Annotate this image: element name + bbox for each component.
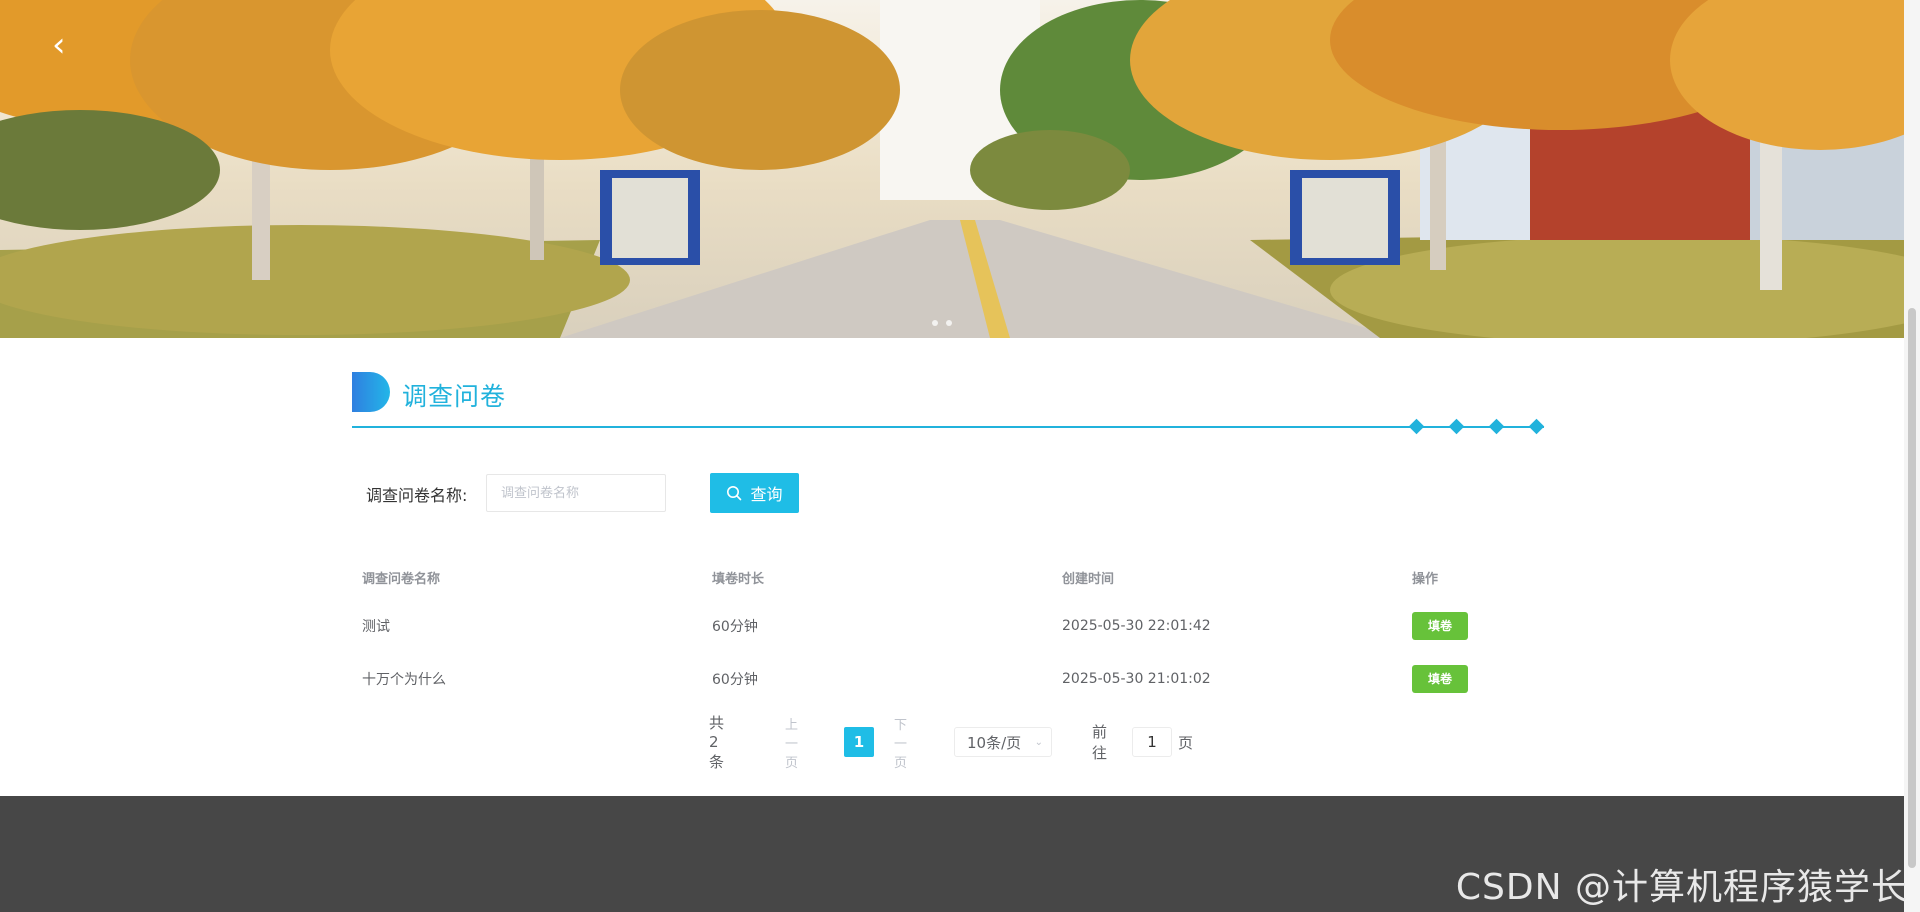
table-row: 十万个为什么 60分钟 2025-05-30 21:01:02 填卷 bbox=[352, 652, 1544, 705]
chevron-down-icon: ⌄ bbox=[1034, 736, 1043, 748]
pagination-prev-button[interactable]: 上一页 bbox=[785, 718, 798, 771]
goto-suffix: 页 bbox=[1178, 733, 1194, 752]
title-underline bbox=[352, 426, 1544, 428]
table-header-row: 调查问卷名称 填卷时长 创建时间 操作 bbox=[352, 555, 1544, 599]
search-label: 调查问卷名称: bbox=[366, 486, 468, 505]
carousel-prev-icon[interactable]: ‹ bbox=[52, 28, 82, 62]
column-header-duration: 填卷时长 bbox=[712, 571, 765, 587]
banner-image bbox=[0, 0, 1904, 338]
scrollbar-thumb[interactable] bbox=[1908, 308, 1916, 868]
pagination-next-button[interactable]: 下一页 bbox=[894, 718, 907, 771]
watermark-text: CSDN @计算机程序猿学长 bbox=[1455, 867, 1908, 908]
cell-action: 填卷 bbox=[1412, 599, 1468, 652]
column-header-action: 操作 bbox=[1412, 571, 1439, 587]
carousel-dot[interactable] bbox=[932, 320, 938, 326]
title-badge-icon bbox=[352, 372, 390, 412]
page-size-select[interactable]: 10条/页 ⌄ bbox=[954, 727, 1052, 757]
column-header-created: 创建时间 bbox=[1062, 571, 1115, 587]
cell-created: 2025-05-30 22:01:42 bbox=[1062, 617, 1211, 634]
cell-created: 2025-05-30 21:01:02 bbox=[1062, 670, 1211, 687]
table-row: 测试 60分钟 2025-05-30 22:01:42 填卷 bbox=[352, 599, 1544, 652]
column-header-name: 调查问卷名称 bbox=[362, 571, 441, 587]
search-icon bbox=[727, 486, 742, 501]
goto-page-input[interactable]: 1 bbox=[1132, 727, 1172, 757]
cell-name: 十万个为什么 bbox=[362, 671, 446, 688]
diamond-icon bbox=[1528, 418, 1545, 435]
section-header: 调查问卷 bbox=[352, 372, 1545, 435]
questionnaire-table: 调查问卷名称 填卷时长 创建时间 操作 测试 60分钟 2025-05-30 2… bbox=[352, 555, 1544, 705]
page-scrollbar[interactable] bbox=[1904, 0, 1920, 912]
page-title: 调查问卷 bbox=[402, 382, 507, 411]
cell-duration: 60分钟 bbox=[712, 618, 758, 635]
diamond-icon bbox=[1488, 418, 1505, 435]
diamond-icon bbox=[1448, 418, 1465, 435]
carousel-dot[interactable] bbox=[946, 320, 952, 326]
cell-name: 测试 bbox=[362, 618, 390, 635]
pagination-total: 共 2 条 bbox=[709, 714, 725, 771]
pagination-page-current[interactable]: 1 bbox=[844, 727, 874, 757]
hero-banner-carousel[interactable]: ‹ bbox=[0, 0, 1904, 338]
cell-action: 填卷 bbox=[1412, 652, 1468, 705]
fill-questionnaire-button[interactable]: 填卷 bbox=[1412, 611, 1468, 640]
cell-duration: 60分钟 bbox=[712, 671, 758, 688]
carousel-indicators[interactable] bbox=[932, 320, 952, 326]
search-button[interactable]: 查询 bbox=[710, 473, 799, 513]
diamond-icon bbox=[1408, 418, 1425, 435]
page-size-value: 10条/页 bbox=[967, 733, 1022, 752]
fill-questionnaire-button[interactable]: 填卷 bbox=[1412, 664, 1468, 693]
search-input[interactable] bbox=[486, 474, 666, 512]
search-button-label: 查询 bbox=[750, 485, 783, 504]
goto-label: 前往 bbox=[1092, 723, 1108, 762]
